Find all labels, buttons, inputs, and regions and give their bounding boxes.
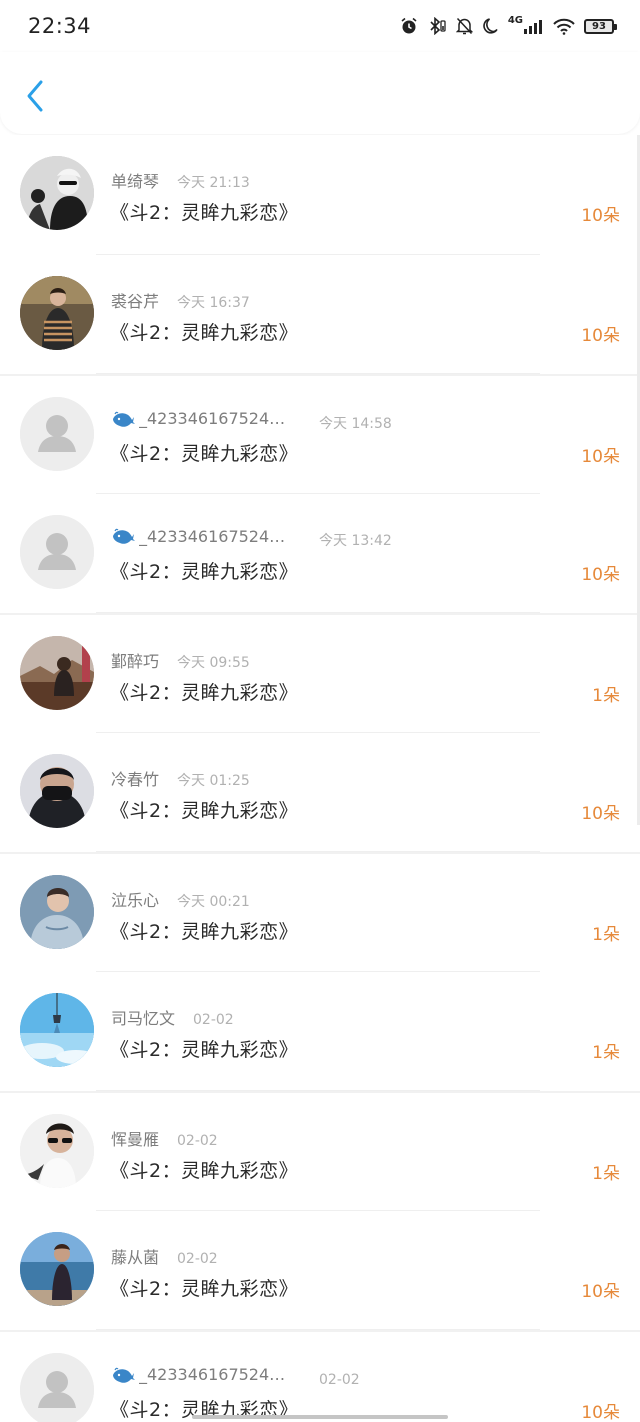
avatar[interactable] xyxy=(20,275,94,350)
gift-title: 《斗2：灵眸九彩恋》 xyxy=(110,1038,299,1061)
user-name: 司马忆文 xyxy=(111,1008,176,1028)
flower-count: 1朵 xyxy=(592,1042,620,1063)
gift-title: 《斗2：灵眸九彩恋》 xyxy=(110,1160,299,1182)
user-name: _4233461675248… xyxy=(139,409,291,428)
user-name: 藤从菌 xyxy=(111,1247,160,1267)
name-line: 泣乐心 今天 00:21 xyxy=(111,887,250,910)
name-line: 藤从菌 02-02 xyxy=(111,1244,218,1267)
avatar[interactable] xyxy=(20,875,94,949)
flower-count: 1朵 xyxy=(592,1164,620,1184)
avatar[interactable] xyxy=(20,992,94,1067)
gift-title: 《斗2：灵眸九彩恋》 xyxy=(110,799,299,822)
timestamp: 02-02 xyxy=(319,1371,360,1388)
status-icons: 4G 93 xyxy=(400,14,617,35)
user-name: 恽曼雁 xyxy=(111,1130,160,1149)
wechat-user-name: _4233461675248… xyxy=(111,527,291,546)
flower-count: 10朵 xyxy=(581,447,620,467)
gift-title: 《斗2：灵眸九彩恋》 xyxy=(110,921,299,943)
avatar[interactable] xyxy=(20,514,94,589)
back-button[interactable] xyxy=(18,76,52,116)
timestamp: 今天 09:55 xyxy=(177,655,250,671)
list-item[interactable]: 单绮琴 今天 21:13 《斗2：灵眸九彩恋》 10朵 xyxy=(0,135,640,255)
gift-record-list: 单绮琴 今天 21:13 《斗2：灵眸九彩恋》 10朵 裘谷芹 今天 16:37… xyxy=(0,135,640,1422)
name-line: 裘谷芹 今天 16:37 xyxy=(111,288,250,311)
status-time: 22:34 xyxy=(28,14,92,38)
list-item[interactable]: _4233461675248… 今天 13:42 《斗2：灵眸九彩恋》 10朵 xyxy=(0,493,640,613)
name-line: 单绮琴 今天 21:13 xyxy=(111,168,250,191)
whale-icon xyxy=(113,411,135,427)
bluetooth-icon xyxy=(427,17,447,35)
user-name: 冷春竹 xyxy=(111,769,160,789)
avatar[interactable] xyxy=(20,753,94,828)
gift-title: 《斗2：灵眸九彩恋》 xyxy=(110,321,299,344)
flower-count: 10朵 xyxy=(581,803,620,824)
list-item[interactable]: 泣乐心 今天 00:21 《斗2：灵眸九彩恋》 1朵 xyxy=(0,852,640,972)
screen: 22:34 4G 93 单绮琴 今天 21:13 《斗2：灵眸九彩恋》 10朵 … xyxy=(0,0,640,1422)
list-item[interactable]: 鄞醉巧 今天 09:55 《斗2：灵眸九彩恋》 1朵 xyxy=(0,613,640,733)
avatar[interactable] xyxy=(20,1114,94,1188)
timestamp: 今天 16:37 xyxy=(177,294,250,311)
signal-icon xyxy=(524,18,544,34)
avatar[interactable] xyxy=(20,397,94,471)
name-line: 鄞醉巧 今天 09:55 xyxy=(111,648,250,671)
timestamp: 今天 21:13 xyxy=(177,175,250,191)
user-name: _4233461675248… xyxy=(139,526,291,546)
list-item[interactable]: 藤从菌 02-02 《斗2：灵眸九彩恋》 10朵 xyxy=(0,1210,640,1330)
flower-count: 10朵 xyxy=(581,1403,620,1422)
list-item[interactable]: _4233461675248… 02-02 《斗2：灵眸九彩恋》 10朵 xyxy=(0,1330,640,1422)
avatar[interactable] xyxy=(20,156,94,230)
flower-count: 10朵 xyxy=(581,1281,620,1302)
alarm-icon xyxy=(400,17,418,35)
timestamp: 今天 13:42 xyxy=(319,533,392,549)
gift-title: 《斗2：灵眸九彩恋》 xyxy=(110,682,299,704)
gift-title: 《斗2：灵眸九彩恋》 xyxy=(110,443,299,465)
network-type: 4G xyxy=(507,14,523,26)
flower-count: 1朵 xyxy=(592,686,620,706)
battery-icon: 93 xyxy=(584,18,617,34)
timestamp: 02-02 xyxy=(177,1250,218,1267)
wechat-user-name: _4233461675248… xyxy=(111,1365,291,1384)
timestamp: 今天 00:21 xyxy=(177,894,250,910)
name-line: _4233461675248… 02-02 xyxy=(111,1365,360,1388)
timestamp: 02-02 xyxy=(177,1133,218,1149)
avatar[interactable] xyxy=(20,636,94,710)
list-item[interactable]: 恽曼雁 02-02 《斗2：灵眸九彩恋》 1朵 xyxy=(0,1091,640,1211)
header xyxy=(0,52,640,134)
timestamp: 今天 14:58 xyxy=(319,415,392,432)
name-line: _4233461675248… 今天 13:42 xyxy=(111,527,392,549)
whale-icon xyxy=(113,1367,135,1383)
wifi-icon xyxy=(553,18,575,35)
timestamp: 今天 01:25 xyxy=(177,772,250,789)
name-line: _4233461675248… 今天 14:58 xyxy=(111,409,392,432)
user-name: 鄞醉巧 xyxy=(111,652,160,671)
user-name: 泣乐心 xyxy=(111,891,160,910)
whale-icon xyxy=(113,528,135,544)
wechat-user-name: _4233461675248… xyxy=(111,409,291,428)
timestamp: 02-02 xyxy=(193,1011,234,1028)
gift-title: 《斗2：灵眸九彩恋》 xyxy=(110,560,299,583)
user-name: 单绮琴 xyxy=(111,172,160,191)
flower-count: 10朵 xyxy=(581,325,620,346)
list-item[interactable]: 司马忆文 02-02 《斗2：灵眸九彩恋》 1朵 xyxy=(0,971,640,1091)
flower-count: 1朵 xyxy=(592,925,620,945)
gift-title: 《斗2：灵眸九彩恋》 xyxy=(110,1277,299,1300)
home-indicator[interactable] xyxy=(192,1415,448,1419)
flower-count: 10朵 xyxy=(581,206,620,226)
name-line: 冷春竹 今天 01:25 xyxy=(111,766,250,789)
avatar[interactable] xyxy=(20,1353,94,1422)
name-line: 司马忆文 02-02 xyxy=(111,1005,234,1028)
list-item[interactable]: 裘谷芹 今天 16:37 《斗2：灵眸九彩恋》 10朵 xyxy=(0,254,640,374)
avatar[interactable] xyxy=(20,1231,94,1306)
user-name: _4233461675248… xyxy=(139,1365,291,1384)
status-bar: 22:34 4G 93 xyxy=(0,0,640,52)
name-line: 恽曼雁 02-02 xyxy=(111,1126,218,1149)
flower-count: 10朵 xyxy=(581,564,620,585)
gift-title: 《斗2：灵眸九彩恋》 xyxy=(110,202,299,224)
mute-icon xyxy=(455,17,473,35)
list-item[interactable]: _4233461675248… 今天 14:58 《斗2：灵眸九彩恋》 10朵 xyxy=(0,374,640,494)
list-item[interactable]: 冷春竹 今天 01:25 《斗2：灵眸九彩恋》 10朵 xyxy=(0,732,640,852)
moon-icon xyxy=(482,17,499,35)
chevron-left-icon xyxy=(27,80,43,112)
user-name: 裘谷芹 xyxy=(111,291,160,311)
